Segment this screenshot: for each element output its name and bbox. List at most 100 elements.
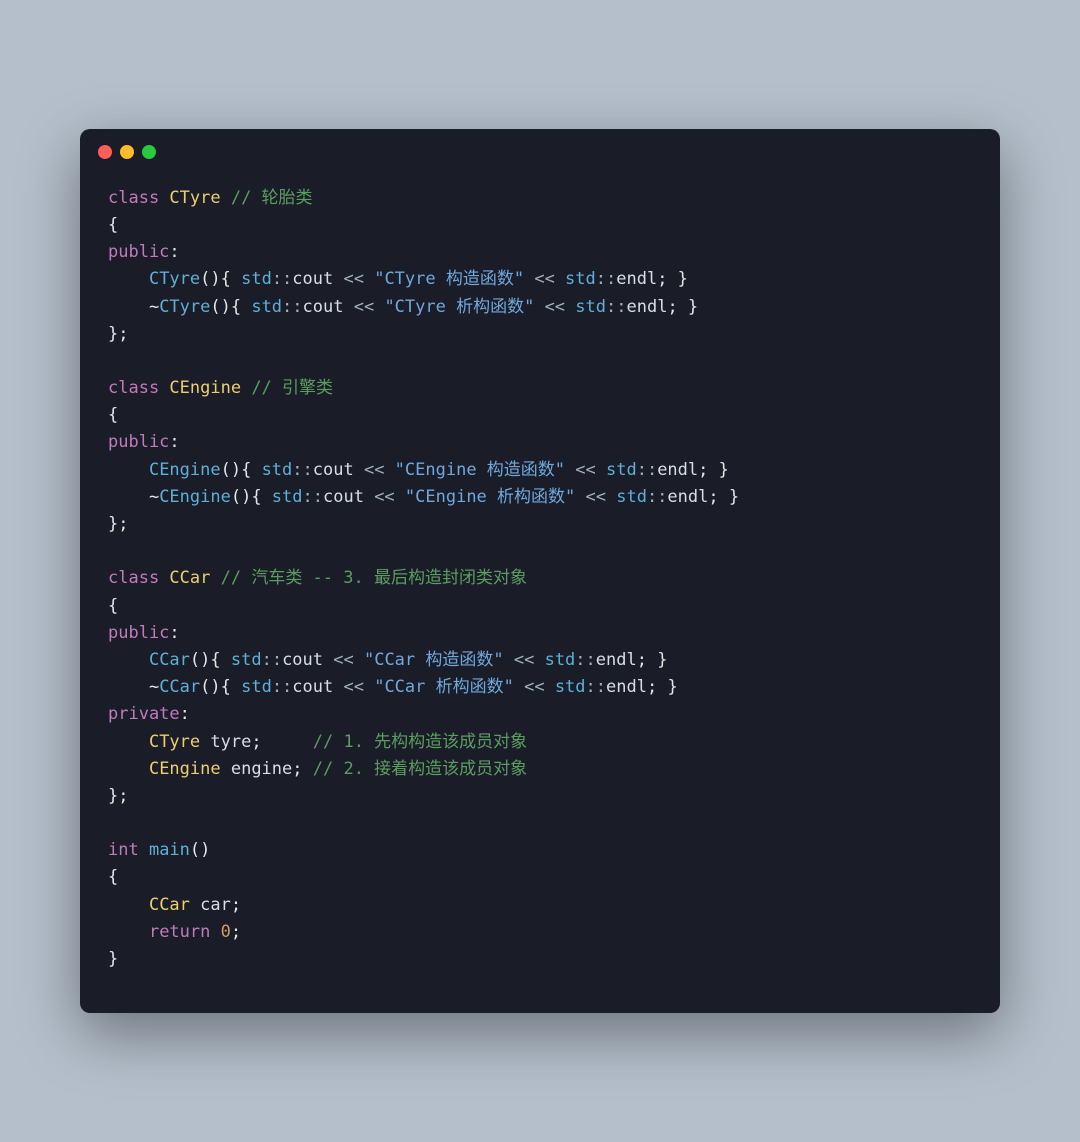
code-token: :: [303, 487, 323, 507]
code-token: ; } [647, 677, 678, 697]
code-token: << [524, 269, 565, 289]
code-line: public: [108, 429, 972, 456]
code-line: class CCar // 汽车类 -- 3. 最后构造封闭类对象 [108, 565, 972, 592]
code-token: (){ [190, 650, 231, 670]
code-line: { [108, 402, 972, 429]
code-token: "CEngine 析构函数" [405, 487, 575, 507]
code-token: "CTyre 析构函数" [384, 297, 534, 317]
code-token: :: [575, 650, 595, 670]
code-token: { [108, 405, 118, 425]
code-token: << [333, 269, 374, 289]
code-line: }; [108, 783, 972, 810]
code-token: ; } [708, 487, 739, 507]
code-line: public: [108, 239, 972, 266]
code-token: cout [292, 269, 333, 289]
code-token: << [514, 677, 555, 697]
code-line: { [108, 212, 972, 239]
code-token: : [169, 432, 179, 452]
code-token: ; } [657, 269, 688, 289]
code-token: CEngine [149, 759, 231, 779]
code-token: :: [596, 269, 616, 289]
code-token: (){ [231, 487, 272, 507]
code-token: CEngine [169, 378, 251, 398]
code-token: { [108, 596, 118, 616]
code-token [108, 269, 149, 289]
code-line: { [108, 864, 972, 891]
code-token: << [575, 487, 616, 507]
code-token: << [354, 460, 395, 480]
code-token: class [108, 188, 169, 208]
minimize-icon[interactable] [120, 145, 134, 159]
code-token: public [108, 623, 169, 643]
code-token: std [231, 650, 262, 670]
code-token: () [190, 840, 210, 860]
code-token: int [108, 840, 149, 860]
code-token: } [108, 949, 118, 969]
window-titlebar [80, 129, 1000, 167]
code-token: private [108, 704, 180, 724]
code-token: ~ [108, 297, 159, 317]
code-editor[interactable]: class CTyre // 轮胎类{public: CTyre(){ std:… [80, 167, 1000, 1013]
code-token: << [534, 297, 575, 317]
code-line: { [108, 593, 972, 620]
code-token: public [108, 242, 169, 262]
code-line: CEngine engine; // 2. 接着构造该成员对象 [108, 756, 972, 783]
code-line [108, 348, 972, 375]
code-token: { [108, 867, 118, 887]
code-token: std [616, 487, 647, 507]
code-token: engine [231, 759, 292, 779]
code-token: ~ [108, 677, 159, 697]
code-token: ; } [637, 650, 668, 670]
code-token: return [149, 922, 221, 942]
code-token: :: [647, 487, 667, 507]
code-token: endl [596, 650, 637, 670]
code-token: : [169, 242, 179, 262]
code-line [108, 538, 972, 565]
code-token: // 2. 接着构造该成员对象 [313, 759, 527, 779]
code-token: << [333, 677, 374, 697]
code-token: car [200, 895, 231, 915]
code-token: // 引擎类 [251, 378, 333, 398]
code-token: }; [108, 514, 128, 534]
code-token: cout [282, 650, 323, 670]
code-token: std [545, 650, 576, 670]
code-token: std [575, 297, 606, 317]
code-token: << [504, 650, 545, 670]
code-token: }; [108, 324, 128, 344]
code-token: 0 [221, 922, 231, 942]
code-line [108, 810, 972, 837]
code-token: std [251, 297, 282, 317]
code-token: : [169, 623, 179, 643]
code-token: public [108, 432, 169, 452]
code-token: :: [586, 677, 606, 697]
code-token: cout [303, 297, 344, 317]
code-token: CTyre [149, 732, 210, 752]
code-token: CTyre [149, 269, 200, 289]
code-token: :: [272, 269, 292, 289]
maximize-icon[interactable] [142, 145, 156, 159]
code-token: // 汽车类 -- 3. 最后构造封闭类对象 [221, 568, 527, 588]
code-token: cout [323, 487, 364, 507]
code-token: endl [657, 460, 698, 480]
code-token: (){ [210, 297, 251, 317]
code-token: (){ [221, 460, 262, 480]
code-token: cout [313, 460, 354, 480]
code-line: CTyre(){ std::cout << "CTyre 构造函数" << st… [108, 266, 972, 293]
code-token: ; [251, 732, 312, 752]
code-token: (){ [200, 677, 241, 697]
code-token: cout [292, 677, 333, 697]
code-line: }; [108, 511, 972, 538]
code-token: :: [637, 460, 657, 480]
code-line: ~CEngine(){ std::cout << "CEngine 析构函数" … [108, 484, 972, 511]
code-line: CCar(){ std::cout << "CCar 构造函数" << std:… [108, 647, 972, 674]
code-token: tyre [210, 732, 251, 752]
code-line: return 0; [108, 919, 972, 946]
code-token: ; [292, 759, 312, 779]
code-line: private: [108, 701, 972, 728]
code-token: std [241, 677, 272, 697]
code-token: class [108, 568, 169, 588]
code-line: public: [108, 620, 972, 647]
close-icon[interactable] [98, 145, 112, 159]
code-token: "CEngine 构造函数" [395, 460, 565, 480]
code-token [108, 759, 149, 779]
